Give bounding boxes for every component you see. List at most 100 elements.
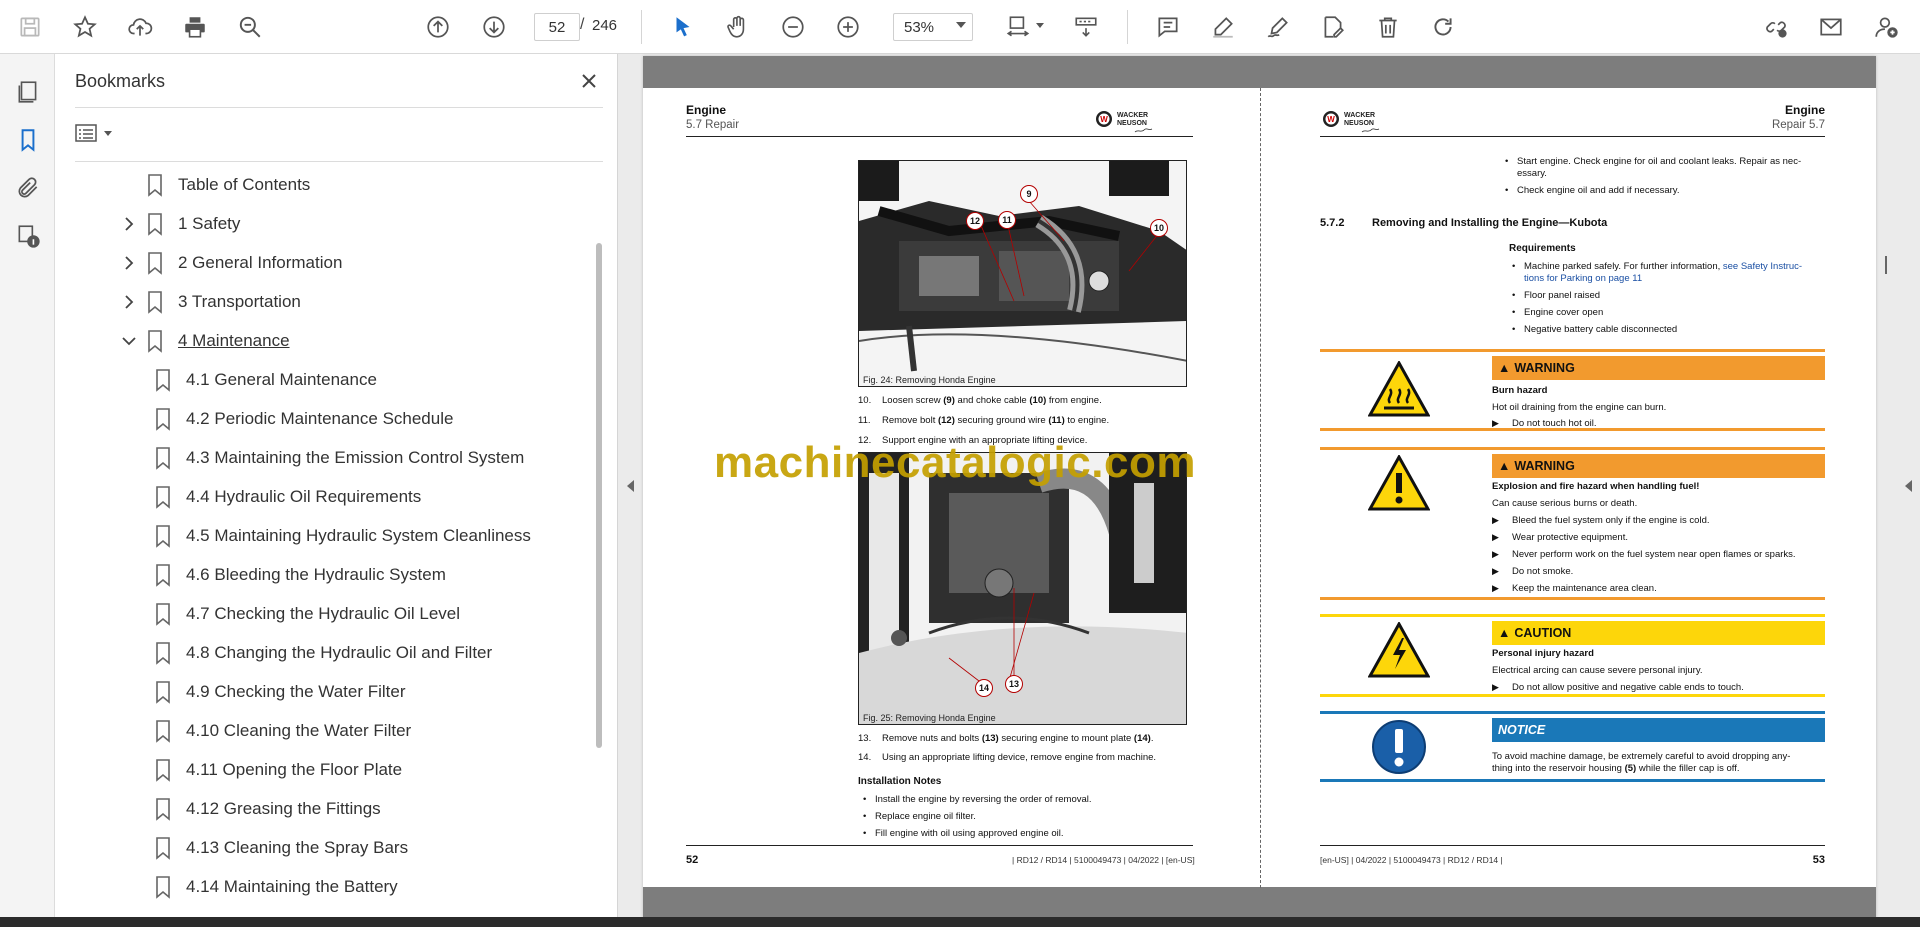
wacker-neuson-logo: W WACKER NEUSON <box>1096 111 1153 133</box>
svg-text:W: W <box>1327 115 1335 124</box>
bookmark-label: 4.10 Cleaning the Water Filter <box>186 721 412 740</box>
divider <box>75 107 603 108</box>
page-gap <box>643 56 1876 88</box>
top-bullet-cont: essary. <box>1517 168 1547 179</box>
account-icon[interactable] <box>1868 9 1904 45</box>
bookmark-item[interactable]: 4.10 Cleaning the Water Filter <box>154 712 411 750</box>
footer-info: [en-US] | 04/2022 | 5100049473 | RD12 / … <box>1320 855 1503 865</box>
action-arrow: ▶ <box>1492 515 1499 525</box>
bookmark-item[interactable]: 4.9 Checking the Water Filter <box>154 673 406 711</box>
bookmark-item[interactable]: 4.7 Checking the Hydraulic Oil Level <box>154 595 460 633</box>
section-number: 5.7.2 <box>1320 217 1345 229</box>
install-note: • Fill engine with oil using approved eng… <box>863 828 1064 839</box>
warning-triangle-icon: ▲ <box>1498 626 1511 640</box>
bookmark-label: 4.2 Periodic Maintenance Schedule <box>186 409 454 428</box>
bookmark-icon <box>154 797 172 821</box>
bookmark-item[interactable]: 2 General Information <box>118 244 342 282</box>
scrollbar-thumb[interactable] <box>596 243 602 748</box>
notice-label: NOTICE <box>1492 718 1825 742</box>
zoom-out-icon[interactable] <box>775 9 811 45</box>
watermark: machinecatalogic.com <box>714 438 1196 487</box>
bookmark-icon <box>146 329 164 353</box>
main-toolbar: / 246 53% <box>0 0 1920 54</box>
hand-tool-icon[interactable] <box>720 9 756 45</box>
svg-text:W: W <box>1100 115 1108 124</box>
bookmark-item[interactable]: 4.5 Maintaining Hydraulic System Cleanli… <box>154 517 531 555</box>
bookmark-item[interactable]: 4.4 Hydraulic Oil Requirements <box>154 478 421 516</box>
hazard-action: Never perform work on the fuel system ne… <box>1512 549 1796 560</box>
notice-rule <box>1320 711 1825 714</box>
scrollbar[interactable] <box>593 168 607 908</box>
draw-signature-icon[interactable] <box>1260 9 1296 45</box>
scroll-mode-icon[interactable] <box>1068 9 1104 45</box>
step-13: 13. Remove nuts and bolts (13) securing e… <box>858 733 1154 744</box>
page-number-input[interactable] <box>534 13 580 41</box>
find-zoom-icon[interactable] <box>232 9 268 45</box>
hazard-label: ▲ WARNING <box>1492 454 1825 478</box>
share-link-icon[interactable] <box>1758 9 1794 45</box>
cloud-upload-icon[interactable] <box>122 9 158 45</box>
bookmark-item[interactable]: Table of Contents <box>118 166 310 204</box>
bookmark-icon <box>146 290 164 314</box>
step-11: 11. Remove bolt (12) securing ground wire… <box>858 415 1110 426</box>
bookmark-options-button[interactable] <box>74 118 122 148</box>
bookmark-item[interactable]: 4.11 Opening the Floor Plate <box>154 751 402 789</box>
bookmark-label: 4.6 Bleeding the Hydraulic System <box>186 565 446 584</box>
chevron-down-icon[interactable] <box>956 22 966 28</box>
hazard-label: ▲ WARNING <box>1492 356 1825 380</box>
chevron-right-icon[interactable] <box>118 252 140 274</box>
email-icon[interactable] <box>1813 9 1849 45</box>
bookmark-item[interactable]: 4.3 Maintaining the Emission Control Sys… <box>154 439 524 477</box>
bookmark-label: 4.11 Opening the Floor Plate <box>186 760 403 779</box>
zoom-in-icon[interactable] <box>830 9 866 45</box>
step-14: 14. Using an appropriate lifting device, … <box>858 752 1157 763</box>
highlight-pen-icon[interactable] <box>1205 9 1241 45</box>
bookmark-label: 1 Safety <box>178 214 241 233</box>
edit-pdf-icon[interactable] <box>1315 9 1351 45</box>
bookmark-icon <box>154 524 172 548</box>
safety-instructions-link[interactable]: tions for Parking on page 11 <box>1524 273 1642 285</box>
save-icon[interactable] <box>12 9 48 45</box>
previous-page-icon[interactable] <box>420 9 456 45</box>
warning-triangle-icon: ▲ <box>1498 459 1511 473</box>
layers-info-icon[interactable] <box>12 220 44 252</box>
bookmarks-icon[interactable] <box>12 124 44 156</box>
figure-caption: Fig. 24: Removing Honda Engine <box>863 375 996 385</box>
chevron-right-icon[interactable] <box>118 213 140 235</box>
bookmark-icon <box>154 602 172 626</box>
bookmark-item[interactable]: 4.14 Maintaining the Battery <box>154 868 398 906</box>
panel-title: Bookmarks <box>75 71 166 91</box>
chevron-down-icon[interactable] <box>118 330 140 352</box>
bookmark-item[interactable]: 4.6 Bleeding the Hydraulic System <box>154 556 446 594</box>
page-fit-icon[interactable] <box>1000 9 1036 45</box>
expand-right-panel-icon[interactable] <box>1905 480 1912 492</box>
close-icon[interactable] <box>574 66 604 96</box>
bookmark-item[interactable]: 4.2 Periodic Maintenance Schedule <box>154 400 453 438</box>
rotate-icon[interactable] <box>1425 9 1461 45</box>
collapse-left-panel-icon[interactable] <box>627 480 634 492</box>
bookmark-item[interactable]: 4.8 Changing the Hydraulic Oil and Filte… <box>154 634 492 672</box>
star-icon[interactable] <box>67 9 103 45</box>
attachments-icon[interactable] <box>12 172 44 204</box>
chevron-right-icon[interactable] <box>118 291 140 313</box>
bookmark-icon <box>154 875 172 899</box>
comment-icon[interactable] <box>1150 9 1186 45</box>
bookmark-item[interactable]: 1 Safety <box>118 205 240 243</box>
safety-instructions-link[interactable]: see Safety Instruc- <box>1723 261 1802 272</box>
hazard-rule <box>1320 614 1825 617</box>
bookmark-icon <box>154 446 172 470</box>
bookmark-item[interactable]: 4 Maintenance <box>118 322 290 360</box>
select-cursor-icon[interactable] <box>665 9 701 45</box>
bookmark-item[interactable]: 4.12 Greasing the Fittings <box>154 790 381 828</box>
bookmark-item[interactable]: 4.1 General Maintenance <box>154 361 377 399</box>
print-icon[interactable] <box>177 9 213 45</box>
next-page-icon[interactable] <box>476 9 512 45</box>
bookmark-item[interactable]: 4.13 Cleaning the Spray Bars <box>154 829 408 867</box>
trash-icon[interactable] <box>1370 9 1406 45</box>
chevron-down-icon[interactable] <box>1036 23 1044 28</box>
bookmark-icon <box>154 485 172 509</box>
top-bullet: • Check engine oil and add if necessary. <box>1505 185 1680 196</box>
page-thumbnails-icon[interactable] <box>12 76 44 108</box>
bookmark-icon <box>146 251 164 275</box>
bookmark-item[interactable]: 3 Transportation <box>118 283 301 321</box>
